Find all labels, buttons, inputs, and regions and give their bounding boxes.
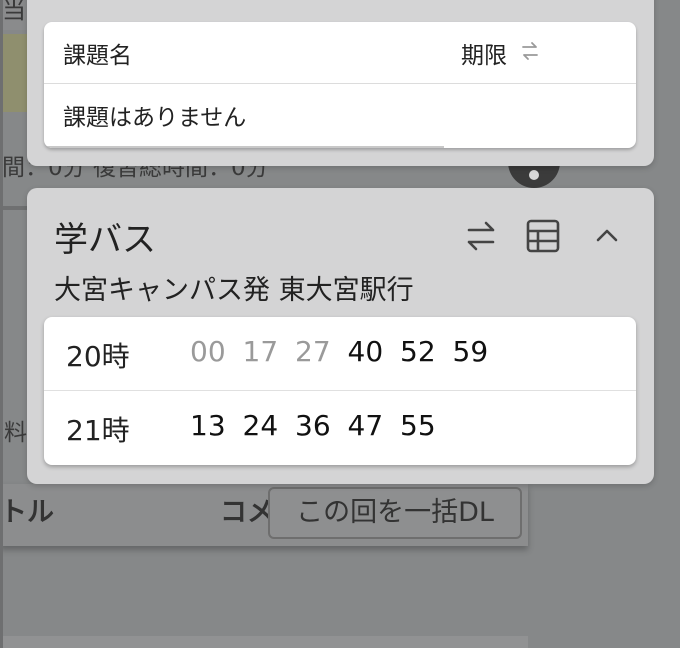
bg-column-comment: コメ (220, 497, 270, 528)
bg-top-fragment: 当 (2, 0, 26, 24)
departure-minute: 52 (400, 335, 436, 368)
minute-list: 13 24 36 47 55 (190, 409, 453, 442)
bus-card: 学バス 大宮キャンパス発 東大宮駅行 20時 00 17 27 40 52 59 21時 … (27, 188, 654, 484)
minute-list: 00 17 27 40 52 59 (190, 335, 505, 368)
departure-minute: 47 (347, 409, 384, 442)
departure-minute: 13 (190, 409, 226, 442)
empty-task-message: 課題はありません (63, 105, 247, 131)
bulk-download-button[interactable]: この回を一括DL (268, 487, 522, 539)
departure-minute: 24 (242, 409, 279, 442)
column-task-name: 課題名 (63, 43, 132, 69)
bg-bottom-strip (0, 636, 528, 648)
departure-minute-past: 00 (190, 335, 226, 368)
bg-divider (0, 206, 30, 210)
bus-timetable: 20時 00 17 27 40 52 59 21時 13 24 36 47 55 (44, 317, 636, 465)
task-footer-line (44, 146, 444, 148)
column-deadline[interactable]: 期限 (461, 36, 507, 70)
chevron-up-icon (596, 229, 618, 242)
departure-minute: 55 (400, 409, 436, 442)
collapse-button[interactable] (587, 216, 627, 256)
bg-left-fragment: 料 (4, 420, 27, 446)
bg-left-edge (0, 0, 3, 648)
swap-vertical-icon[interactable] (519, 40, 541, 62)
fab-dot-icon (529, 170, 539, 180)
departure-minute-past: 17 (242, 335, 279, 368)
swap-horizontal-icon (467, 221, 495, 251)
timetable-view-button[interactable] (523, 216, 563, 256)
timetable-row: 21時 13 24 36 47 55 (44, 391, 636, 465)
bg-olive-block (0, 34, 30, 112)
departure-minute: 36 (295, 409, 331, 442)
task-table: 課題名 期限 課題はありません (44, 22, 636, 148)
departure-minute-past: 27 (295, 335, 331, 368)
hour-label: 21時 (66, 414, 130, 447)
hour-label: 20時 (66, 340, 130, 373)
departure-minute: 59 (452, 335, 489, 368)
swap-direction-button[interactable] (461, 216, 501, 256)
timetable-row: 20時 00 17 27 40 52 59 (44, 317, 636, 391)
bus-route: 大宮キャンパス発 東大宮駅行 (54, 275, 414, 306)
task-table-header: 課題名 期限 (44, 22, 636, 84)
bg-column-title: トル (0, 497, 54, 528)
departure-minute: 40 (347, 335, 384, 368)
grid-table-icon (526, 219, 560, 253)
bus-card-title: 学バス (54, 220, 156, 260)
